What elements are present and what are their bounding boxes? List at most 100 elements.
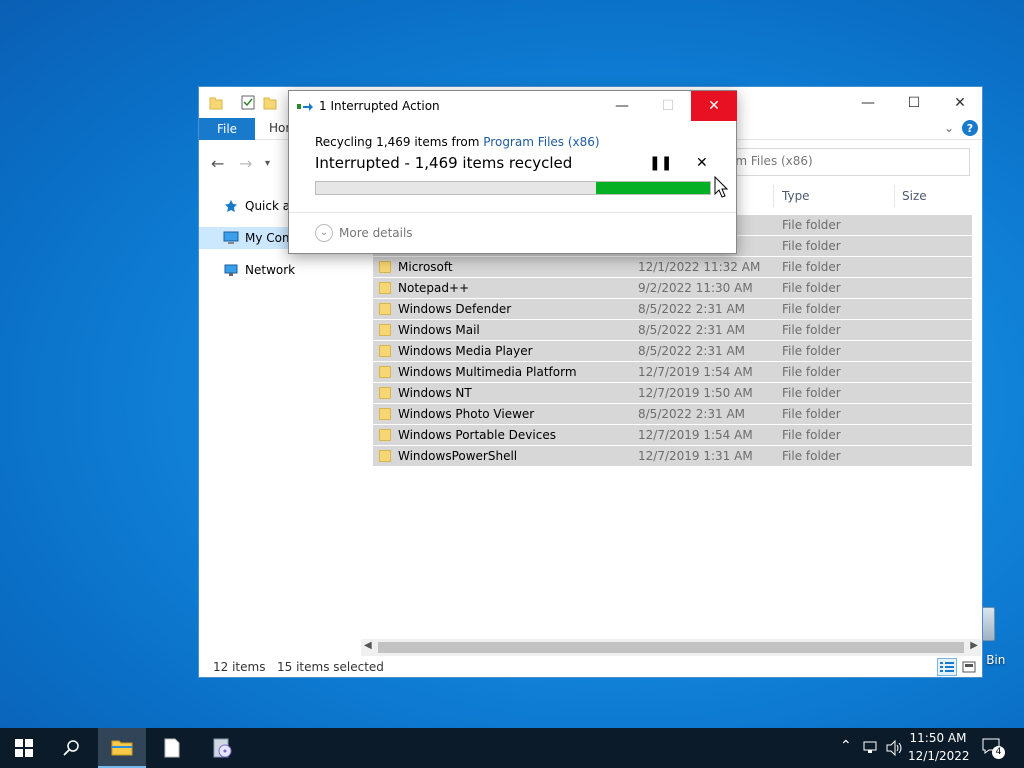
file-type: File folder [782, 218, 841, 232]
disc-app-icon [213, 738, 232, 758]
file-type: File folder [782, 428, 841, 442]
file-name: Windows Media Player [398, 344, 533, 358]
file-name: Windows Portable Devices [398, 428, 556, 442]
file-name: WindowsPowerShell [398, 449, 518, 463]
horizontal-scrollbar[interactable]: ◀ ▶ [361, 639, 981, 656]
clock-time[interactable]: 11:50 AM [908, 731, 968, 745]
folder-icon [379, 429, 391, 441]
computer-icon [223, 231, 239, 244]
folder-icon [379, 303, 391, 315]
dialog-titlebar: 1 Interrupted Action — ☐ ✕ [289, 91, 737, 121]
file-name: Windows NT [398, 386, 472, 400]
star-icon [225, 200, 237, 212]
scroll-left-arrow-icon[interactable]: ◀ [364, 640, 372, 651]
file-date: 12/7/2019 1:54 AM [638, 428, 753, 442]
taskbar-file-explorer[interactable] [98, 728, 146, 768]
table-row[interactable]: WindowsPowerShell 12/7/2019 1:31 AM File f… [373, 446, 972, 467]
sidebar-item-label: My Com [245, 231, 294, 245]
dialog-close-button[interactable]: ✕ [691, 91, 737, 121]
file-date: 8/5/2022 2:31 AM [638, 323, 746, 337]
file-name: Windows Multimedia Platform [398, 365, 577, 379]
action-center-button[interactable]: 4 [982, 738, 1005, 759]
table-row[interactable]: Windows Portable Devices 12/7/2019 1:54 A… [373, 425, 972, 446]
folder-icon [379, 261, 391, 273]
search-button[interactable] [48, 728, 96, 768]
cancel-icon[interactable]: ✕ [696, 155, 708, 171]
table-row[interactable]: Windows Photo Viewer 8/5/2022 2:31 AM File… [373, 404, 972, 425]
file-name: Windows Photo Viewer [398, 407, 535, 421]
volume-icon[interactable] [886, 740, 904, 756]
table-row[interactable]: Windows Multimedia Platform 12/7/2019 1:5… [373, 362, 972, 383]
file-type: File folder [782, 302, 841, 316]
show-hidden-icons-chevron-icon[interactable]: ⌃ [840, 738, 852, 754]
file-type: File folder [782, 239, 841, 253]
explorer-minimize-button[interactable]: — [845, 87, 891, 118]
table-row[interactable]: Windows Mail 8/5/2022 2:31 AM File folder [373, 320, 972, 341]
file-date: 8/5/2022 2:31 AM [638, 344, 746, 358]
file-date: 8/5/2022 2:31 AM [638, 407, 746, 421]
folder-icon [209, 97, 223, 110]
properties-icon[interactable] [241, 94, 255, 110]
scrollbar-thumb[interactable] [378, 642, 964, 653]
table-row[interactable]: Windows Media Player 8/5/2022 2:31 AM File… [373, 341, 972, 362]
taskbar-app[interactable] [198, 728, 246, 768]
column-separator[interactable] [894, 185, 895, 207]
file-name: Notepad++ [398, 281, 470, 295]
large-icons-view-button[interactable] [959, 658, 979, 676]
table-row[interactable]: Notepad++ 9/2/2022 11:30 AM File folder [373, 278, 972, 299]
file-name: Microsoft [398, 260, 453, 274]
table-row[interactable]: Windows NT 12/7/2019 1:50 AM File folder [373, 383, 972, 404]
expand-ribbon-chevron-icon[interactable]: ⌄ [944, 121, 954, 135]
column-header-type[interactable]: Type [782, 189, 810, 203]
start-button[interactable] [0, 728, 48, 768]
file-date: 12/7/2019 1:54 AM [638, 365, 753, 379]
file-type: File folder [782, 449, 841, 463]
column-header-size[interactable]: Size [902, 189, 927, 203]
recent-locations-chevron-icon[interactable]: ▾ [265, 158, 270, 169]
table-row[interactable]: Windows Defender 8/5/2022 2:31 AM File fol… [373, 299, 972, 320]
windows-logo-icon [15, 739, 33, 757]
network-status-icon[interactable] [862, 740, 880, 756]
folder-icon [379, 408, 391, 420]
notification-badge: 4 [992, 746, 1005, 759]
pause-icon[interactable]: ❚❚ [649, 155, 672, 171]
help-icon[interactable]: ? [962, 120, 978, 136]
dialog-divider [289, 212, 736, 213]
progress-bar [315, 181, 711, 195]
table-row[interactable]: Microsoft 12/1/2022 11:32 AM File folder [373, 257, 972, 278]
search-input[interactable]: am Files (x86) [719, 148, 970, 176]
back-arrow-icon[interactable]: ← [211, 154, 224, 173]
clock-date[interactable]: 12/1/2022 [908, 749, 970, 763]
forward-arrow-icon[interactable]: → [239, 154, 252, 173]
source-folder-link[interactable]: Program Files (x86) [483, 135, 599, 149]
file-date: 9/2/2022 11:30 AM [638, 281, 753, 295]
folder-icon [379, 324, 391, 336]
taskbar-notepad[interactable] [148, 728, 196, 768]
column-separator[interactable] [773, 185, 774, 207]
operation-status: Interrupted - 1,469 items recycled [315, 154, 573, 172]
new-folder-icon[interactable] [263, 94, 277, 110]
sidebar-item-label: Network [245, 263, 296, 277]
explorer-close-button[interactable]: ✕ [937, 87, 983, 118]
interrupted-action-dialog: 1 Interrupted Action — ☐ ✕ Recycling 1,4… [288, 90, 737, 254]
sidebar-item-network[interactable]: Network [199, 259, 371, 281]
dialog-maximize-button[interactable]: ☐ [645, 91, 691, 121]
copy-arrow-icon [297, 103, 313, 111]
explorer-maximize-button[interactable]: ☐ [891, 87, 937, 118]
progress-fill [595, 182, 710, 194]
folder-icon [379, 366, 391, 378]
details-view-button[interactable] [937, 658, 957, 676]
file-type: File folder [782, 323, 841, 337]
dialog-minimize-button[interactable]: — [599, 91, 645, 121]
file-type: File folder [782, 365, 841, 379]
file-date: 12/7/2019 1:31 AM [638, 449, 753, 463]
file-type: File folder [782, 260, 841, 274]
large-icons-view-icon [962, 661, 976, 673]
ribbon-tab-file[interactable]: File [199, 118, 255, 140]
item-count: 12 items [213, 660, 266, 674]
scroll-right-arrow-icon[interactable]: ▶ [970, 640, 978, 651]
network-icon [224, 264, 238, 276]
folder-icon [379, 282, 391, 294]
recycling-summary: Recycling 1,469 items from Program Files… [315, 135, 600, 149]
folder-icon [379, 450, 391, 462]
